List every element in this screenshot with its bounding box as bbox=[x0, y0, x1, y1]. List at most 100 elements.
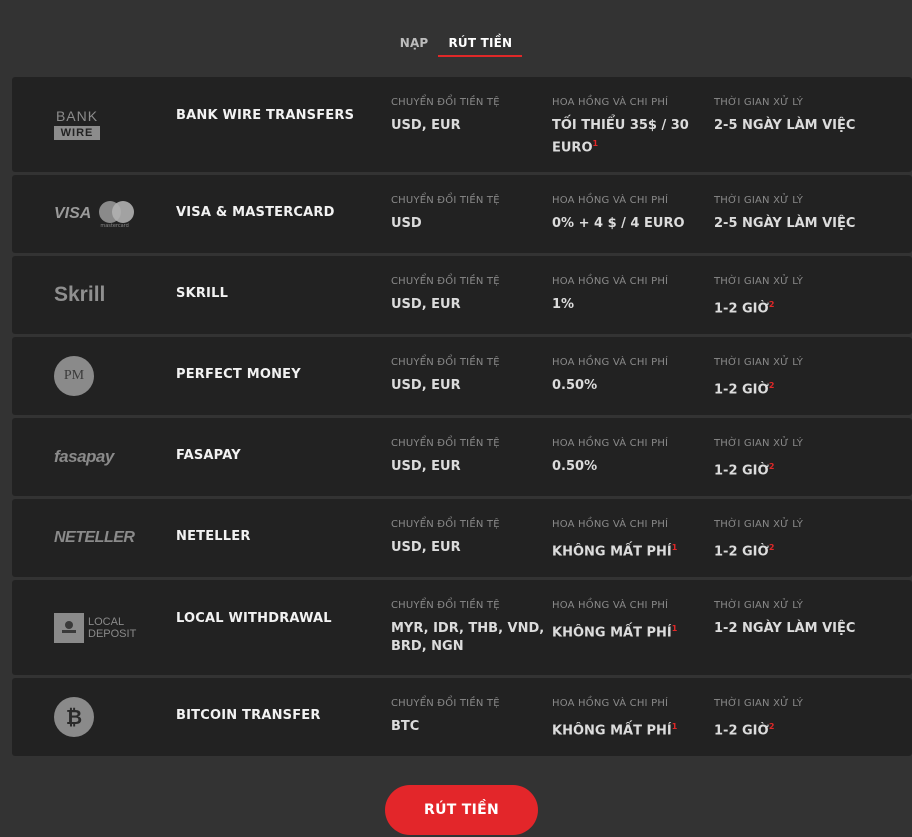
withdraw-button[interactable]: RÚT TIỀN bbox=[385, 785, 538, 835]
footnote-marker: 2 bbox=[768, 381, 775, 390]
fee-label: HOA HỒNG VÀ CHI PHÍ bbox=[552, 600, 669, 611]
time-text: 1-2 NGÀY LÀM VIỆC bbox=[714, 621, 856, 636]
currency-label: CHUYỂN ĐỔI TIỀN TỆ bbox=[391, 357, 500, 368]
currency-label: CHUYỂN ĐỔI TIỀN TỆ bbox=[391, 438, 500, 449]
skrill-text: Skrill bbox=[54, 283, 106, 306]
fee-value: KHÔNG MẤT PHÍ1 bbox=[552, 620, 707, 642]
skrill-logo: Skrill bbox=[54, 256, 149, 334]
time-column: THỜI GIAN XỬ LÝ 2-5 NGÀY LÀM VIỆC bbox=[714, 96, 869, 135]
method-name: BANK WIRE TRANSFERS bbox=[176, 108, 355, 123]
fee-column: HOA HỒNG VÀ CHI PHÍ 0.50% bbox=[552, 437, 707, 476]
time-value: 1-2 GIỜ2 bbox=[714, 539, 869, 561]
time-label: THỜI GIAN XỬ LÝ bbox=[714, 438, 804, 449]
currency-text: USD, EUR bbox=[391, 459, 461, 474]
footnote-marker: 2 bbox=[768, 722, 775, 731]
mastercard-icon: mastercard bbox=[97, 199, 137, 229]
payment-method-row[interactable]: Skrill SKRILL CHUYỂN ĐỔI TIỀN TỆ USD, EUR HO… bbox=[12, 256, 912, 334]
tab-deposit[interactable]: NẠP bbox=[390, 33, 439, 57]
neteller-text: NETELLER bbox=[54, 529, 135, 546]
fee-label: HOA HỒNG VÀ CHI PHÍ bbox=[552, 276, 669, 287]
payment-method-row[interactable]: fasapay FASAPAY CHUYỂN ĐỔI TIỀN TỆ USD, EUR… bbox=[12, 418, 912, 496]
time-column: THỜI GIAN XỬ LÝ 1-2 GIỜ2 bbox=[714, 437, 869, 480]
fee-column: HOA HỒNG VÀ CHI PHÍ KHÔNG MẤT PHÍ1 bbox=[552, 599, 707, 642]
footnote-marker: 1 bbox=[592, 139, 599, 148]
currency-column: CHUYỂN ĐỔI TIỀN TỆ USD bbox=[391, 194, 546, 233]
fee-value: 0.50% bbox=[552, 377, 707, 395]
currency-value: MYR, IDR, THB, VND, BRD, NGN bbox=[391, 620, 546, 656]
time-label: THỜI GIAN XỬ LÝ bbox=[714, 97, 804, 108]
time-label: THỜI GIAN XỬ LÝ bbox=[714, 600, 804, 611]
currency-text: USD, EUR bbox=[391, 297, 461, 312]
payment-method-row[interactable]: ₿ BITCOIN TRANSFER CHUYỂN ĐỔI TIỀN TỆ BTC HO… bbox=[12, 678, 912, 756]
payment-method-row[interactable]: VISA mastercard VISA & MASTERCARD CHUYỂN ĐỔ… bbox=[12, 175, 912, 253]
time-label: THỜI GIAN XỬ LÝ bbox=[714, 276, 804, 287]
pm-circle-icon: PM bbox=[54, 356, 94, 396]
fee-text: 0.50% bbox=[552, 459, 598, 474]
currency-text: USD, EUR bbox=[391, 540, 461, 555]
time-value: 1-2 GIỜ2 bbox=[714, 458, 869, 480]
footnote-marker: 2 bbox=[768, 543, 775, 552]
payment-method-row[interactable]: PM PERFECT MONEY CHUYỂN ĐỔI TIỀN TỆ USD, EU… bbox=[12, 337, 912, 415]
currency-value: USD, EUR bbox=[391, 377, 546, 395]
fee-text: KHÔNG MẤT PHÍ bbox=[552, 723, 672, 739]
currency-text: USD, EUR bbox=[391, 118, 461, 133]
time-column: THỜI GIAN XỬ LÝ 2-5 NGÀY LÀM VIỆC bbox=[714, 194, 869, 233]
wire-text: WIRE bbox=[54, 126, 100, 140]
footnote-marker: 2 bbox=[768, 300, 775, 309]
bank-wire-logo: BANK WIRE bbox=[54, 77, 149, 172]
payment-method-row[interactable]: NETELLER NETELLER CHUYỂN ĐỔI TIỀN TỆ USD, E… bbox=[12, 499, 912, 577]
currency-value: BTC bbox=[391, 718, 546, 736]
fasapay-logo: fasapay bbox=[54, 418, 149, 496]
fee-column: HOA HỒNG VÀ CHI PHÍ KHÔNG MẤT PHÍ1 bbox=[552, 518, 707, 561]
method-name: SKRILL bbox=[176, 286, 229, 301]
tab-withdraw[interactable]: RÚT TIỀN bbox=[438, 33, 523, 57]
time-label: THỜI GIAN XỬ LÝ bbox=[714, 195, 804, 206]
time-column: THỜI GIAN XỬ LÝ 1-2 GIỜ2 bbox=[714, 356, 869, 399]
currency-column: CHUYỂN ĐỔI TIỀN TỆ BTC bbox=[391, 697, 546, 736]
time-text: 1-2 GIỜ bbox=[714, 544, 769, 560]
fee-label: HOA HỒNG VÀ CHI PHÍ bbox=[552, 97, 669, 108]
currency-text: USD, EUR bbox=[391, 378, 461, 393]
currency-value: USD, EUR bbox=[391, 117, 546, 135]
currency-label: CHUYỂN ĐỔI TIỀN TỆ bbox=[391, 97, 500, 108]
time-text: 1-2 GIỜ bbox=[714, 301, 769, 317]
fee-text: 0.50% bbox=[552, 378, 598, 393]
time-value: 1-2 NGÀY LÀM VIỆC bbox=[714, 620, 869, 638]
method-name: LOCAL WITHDRAWAL bbox=[176, 611, 332, 626]
method-name: FASAPAY bbox=[176, 448, 241, 463]
method-name: PERFECT MONEY bbox=[176, 367, 301, 382]
local-deposit-logo: LOCAL DEPOSIT bbox=[54, 580, 149, 675]
currency-column: CHUYỂN ĐỔI TIỀN TỆ USD, EUR bbox=[391, 96, 546, 135]
deposit-text: DEPOSIT bbox=[88, 627, 137, 640]
fee-value: KHÔNG MẤT PHÍ1 bbox=[552, 539, 707, 561]
visa-mastercard-logo: VISA mastercard bbox=[54, 175, 149, 253]
currency-column: CHUYỂN ĐỔI TIỀN TỆ USD, EUR bbox=[391, 356, 546, 395]
currency-value: USD, EUR bbox=[391, 296, 546, 314]
payment-method-row[interactable]: BANK WIRE BANK WIRE TRANSFERS CHUYỂN ĐỔI TI… bbox=[12, 77, 912, 172]
fasapay-text: fasapay bbox=[54, 447, 114, 466]
fee-text: 1% bbox=[552, 297, 575, 312]
fee-text: KHÔNG MẤT PHÍ bbox=[552, 544, 672, 560]
time-value: 1-2 GIỜ2 bbox=[714, 377, 869, 399]
fee-text: TỐI THIỂU 35$ / 30 EURO bbox=[552, 118, 689, 156]
fee-value: TỐI THIỂU 35$ / 30 EURO1 bbox=[552, 117, 707, 157]
footnote-marker: 1 bbox=[671, 624, 678, 633]
fee-column: HOA HỒNG VÀ CHI PHÍ 1% bbox=[552, 275, 707, 314]
time-value: 2-5 NGÀY LÀM VIỆC bbox=[714, 215, 869, 233]
currency-label: CHUYỂN ĐỔI TIỀN TỆ bbox=[391, 698, 500, 709]
currency-value: USD, EUR bbox=[391, 458, 546, 476]
time-column: THỜI GIAN XỬ LÝ 1-2 NGÀY LÀM VIỆC bbox=[714, 599, 869, 638]
time-text: 1-2 GIỜ bbox=[714, 723, 769, 739]
currency-column: CHUYỂN ĐỔI TIỀN TỆ USD, EUR bbox=[391, 275, 546, 314]
fee-label: HOA HỒNG VÀ CHI PHÍ bbox=[552, 438, 669, 449]
time-text: 1-2 GIỜ bbox=[714, 382, 769, 398]
fee-label: HOA HỒNG VÀ CHI PHÍ bbox=[552, 519, 669, 530]
time-text: 1-2 GIỜ bbox=[714, 463, 769, 479]
payment-method-row[interactable]: LOCAL DEPOSIT LOCAL WITHDRAWAL CHUYỂN ĐỔI T… bbox=[12, 580, 912, 675]
fee-text: KHÔNG MẤT PHÍ bbox=[552, 625, 672, 641]
time-text: 2-5 NGÀY LÀM VIỆC bbox=[714, 216, 856, 231]
method-name: BITCOIN TRANSFER bbox=[176, 708, 321, 723]
time-column: THỜI GIAN XỬ LÝ 1-2 GIỜ2 bbox=[714, 518, 869, 561]
time-text: 2-5 NGÀY LÀM VIỆC bbox=[714, 118, 856, 133]
fee-column: HOA HỒNG VÀ CHI PHÍ 0.50% bbox=[552, 356, 707, 395]
